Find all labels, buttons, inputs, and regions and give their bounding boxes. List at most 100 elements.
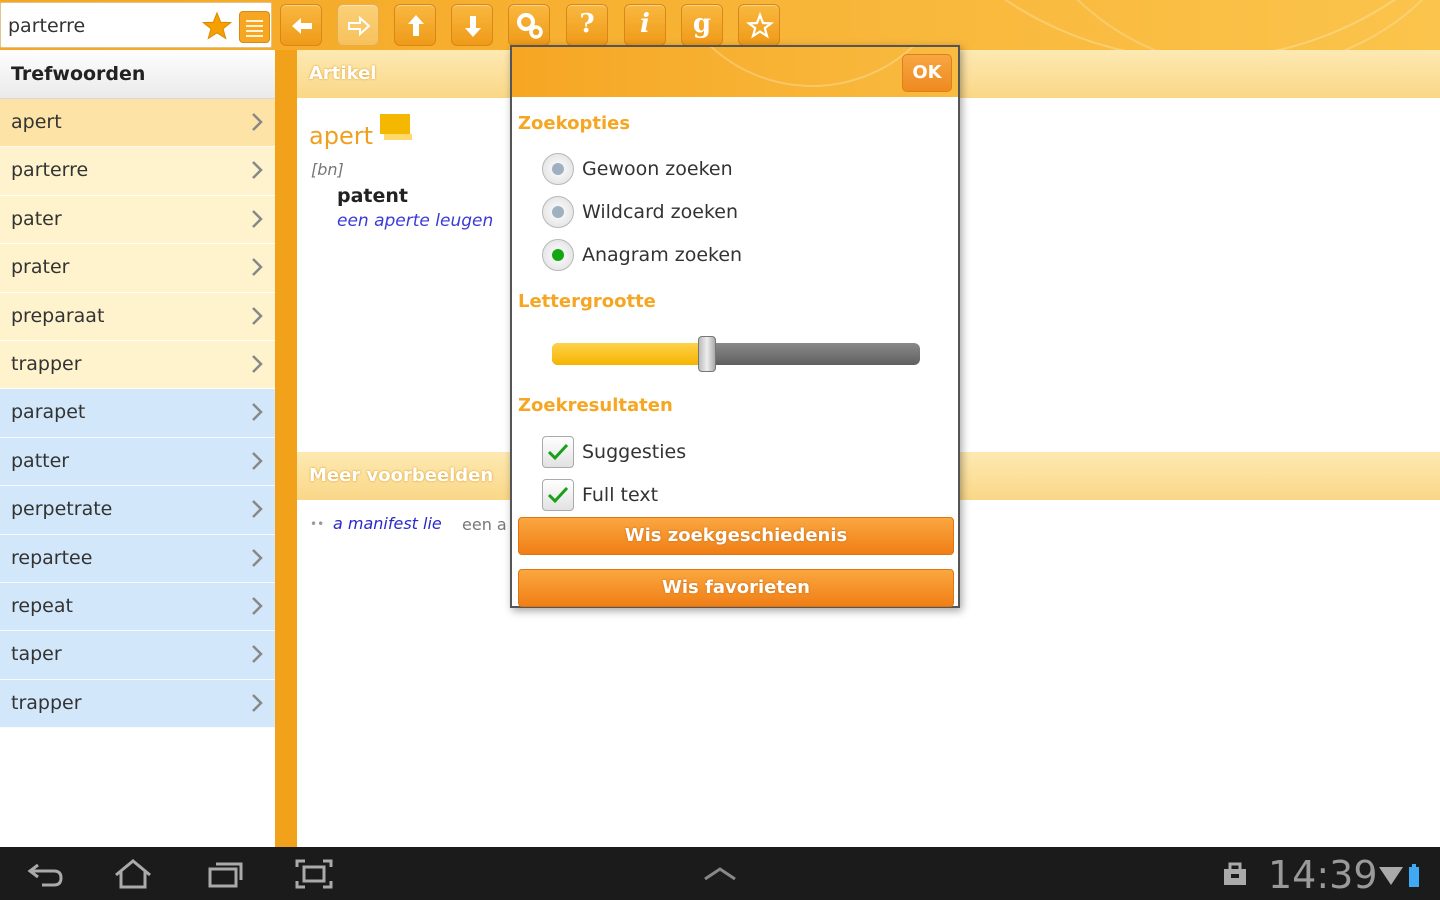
keyword-sidebar: Trefwoorden apert parterre pater prater prep…: [0, 50, 275, 847]
keyword-list: apert parterre pater prater preparaat trapper…: [0, 99, 275, 729]
keyword-list-item[interactable]: preparaat: [0, 292, 275, 341]
keyword-list-item[interactable]: repartee: [0, 534, 275, 583]
up-button[interactable]: [394, 4, 436, 46]
arrow-left-icon: [292, 18, 312, 34]
search-input[interactable]: parterre: [0, 2, 272, 48]
suggestions-checkbox[interactable]: [542, 436, 574, 468]
full-text-checkbox[interactable]: [542, 479, 574, 511]
gears-icon: [517, 13, 543, 39]
radio-wildcard-search[interactable]: [542, 196, 574, 228]
chevron-right-icon: [252, 548, 263, 567]
google-icon: g: [692, 9, 712, 39]
clear-favorites-button[interactable]: Wis favorieten: [518, 569, 954, 607]
example-bullet: ••: [310, 517, 325, 531]
checkmark-icon: [547, 486, 569, 504]
suggestions-label[interactable]: Suggesties: [582, 441, 686, 463]
chevron-right-icon: [252, 113, 263, 131]
article-header-title: Artikel: [309, 63, 377, 84]
arrow-up-icon: [408, 15, 424, 36]
keyword-label: pater: [11, 207, 62, 230]
chevron-right-icon: [252, 258, 263, 277]
keyword-list-item[interactable]: perpetrate: [0, 486, 275, 535]
top-toolbar: parterre ? i g: [0, 0, 1440, 50]
back-button[interactable]: [280, 4, 322, 46]
chevron-right-icon: [252, 209, 263, 228]
keyword-label: repeat: [11, 594, 73, 617]
back-nav-icon[interactable]: [24, 857, 66, 891]
help-button[interactable]: ?: [566, 4, 608, 46]
clock: 14:39: [1268, 853, 1378, 897]
keyword-list-item[interactable]: trapper: [0, 340, 275, 390]
keyword-list-item[interactable]: pater: [0, 195, 275, 245]
star-icon[interactable]: [202, 11, 232, 41]
star-outline-icon: [745, 11, 775, 39]
font-size-title: Lettergrootte: [518, 291, 656, 312]
keyword-label: prater: [11, 256, 70, 279]
checkmark-icon: [547, 443, 569, 461]
radio-normal-search[interactable]: [542, 153, 574, 185]
settings-button[interactable]: [508, 4, 550, 46]
keyword-label: perpetrate: [11, 498, 113, 521]
settings-dialog: OK Zoekopties Gewoon zoeken Wildcard zoe…: [510, 45, 960, 608]
chevron-right-icon: [252, 645, 263, 664]
chevron-right-icon: [252, 355, 263, 373]
keyword-list-item[interactable]: trapper: [0, 679, 275, 729]
more-example-en[interactable]: a manifest lie: [333, 514, 442, 533]
chevron-right-icon: [252, 451, 263, 470]
store-notification-icon[interactable]: [1218, 857, 1252, 891]
system-navigation-bar: 14:39: [0, 847, 1440, 900]
chevron-right-icon: [252, 306, 263, 325]
chevron-right-icon: [252, 597, 263, 615]
font-size-slider-fill: [552, 343, 707, 365]
wifi-icon: [1379, 867, 1403, 885]
radio-anagram-search-label[interactable]: Anagram zoeken: [582, 244, 742, 266]
keyword-list-item[interactable]: taper: [0, 631, 275, 680]
help-icon: ?: [579, 9, 595, 39]
forward-button[interactable]: [337, 4, 379, 46]
keyword-label: apert: [11, 111, 62, 133]
arrow-right-icon: [348, 15, 371, 37]
recent-apps-icon[interactable]: [204, 857, 246, 891]
grammar-label: [bn]: [311, 160, 344, 179]
ok-button[interactable]: OK: [902, 54, 952, 92]
down-button[interactable]: [451, 4, 493, 46]
battery-icon: [1409, 864, 1419, 887]
example-sentence[interactable]: een aperte leugen: [337, 211, 493, 231]
keyword-label: trapper: [11, 691, 82, 714]
clear-history-button[interactable]: Wis zoekgeschiedenis: [518, 517, 954, 555]
keyword-list-item[interactable]: apert: [0, 99, 275, 148]
list-icon[interactable]: [239, 11, 270, 43]
home-nav-icon[interactable]: [112, 857, 154, 891]
keyword-label: trapper: [11, 352, 82, 375]
keyword-list-item[interactable]: prater: [0, 244, 275, 293]
search-results-title: Zoekresultaten: [518, 395, 673, 416]
keyword-label: preparaat: [11, 304, 105, 327]
radio-normal-search-label[interactable]: Gewoon zoeken: [582, 158, 733, 180]
radio-anagram-search[interactable]: [542, 239, 574, 271]
font-size-slider[interactable]: [552, 336, 920, 372]
screenshot-icon[interactable]: [293, 857, 335, 891]
keyword-label: patter: [11, 449, 70, 472]
keyword-list-item[interactable]: patter: [0, 437, 275, 487]
keyword-list-item[interactable]: repeat: [0, 582, 275, 632]
info-icon: i: [640, 9, 650, 39]
headword: apert: [309, 122, 373, 150]
keyword-label: repartee: [11, 546, 93, 569]
info-button[interactable]: i: [624, 4, 666, 46]
chevron-right-icon: [252, 403, 263, 422]
flag-icon[interactable]: [378, 112, 414, 144]
radio-wildcard-search-label[interactable]: Wildcard zoeken: [582, 201, 738, 223]
translation: patent: [337, 185, 408, 207]
keyword-list-item[interactable]: parterre: [0, 147, 275, 196]
favorite-button[interactable]: [738, 4, 780, 46]
more-example-nl: een a: [462, 515, 507, 534]
sidebar-title: Trefwoorden: [0, 50, 275, 99]
google-button[interactable]: g: [681, 4, 723, 46]
full-text-label[interactable]: Full text: [582, 484, 658, 506]
keyword-list-item[interactable]: parapet: [0, 389, 275, 438]
chevron-up-icon[interactable]: [699, 857, 741, 891]
search-input-value[interactable]: parterre: [8, 15, 85, 37]
keyword-label: parapet: [11, 401, 86, 424]
font-size-slider-thumb[interactable]: [697, 336, 716, 372]
arrow-down-icon: [465, 16, 481, 37]
